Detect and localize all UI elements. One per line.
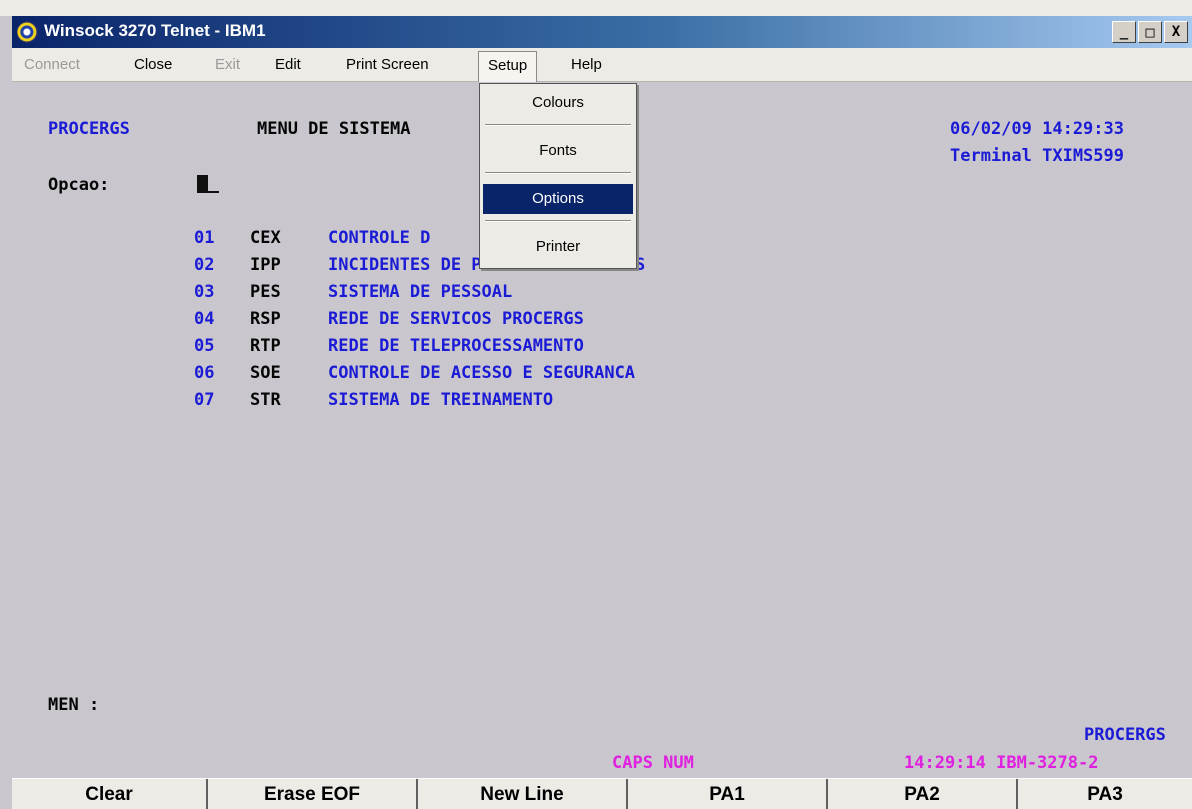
- menu-separator: [485, 220, 631, 222]
- close-button[interactable]: X: [1164, 21, 1188, 43]
- option-description: SISTEMA DE TREINAMENTO: [328, 390, 554, 410]
- erase-eof-button[interactable]: Erase EOF: [208, 779, 418, 809]
- menu-print-screen[interactable]: Print Screen: [346, 55, 429, 79]
- company-header: PROCERGS: [48, 119, 130, 139]
- pa1-button[interactable]: PA1: [628, 779, 828, 809]
- setup-dropdown: Colours Fonts Options Printer: [479, 83, 637, 269]
- input-field[interactable]: [208, 191, 219, 193]
- option-code: CEX: [250, 228, 281, 248]
- menu-connect[interactable]: Connect: [24, 55, 80, 79]
- pa3-button[interactable]: PA3: [1018, 779, 1192, 809]
- option-number: 02: [194, 255, 215, 275]
- menu-close[interactable]: Close: [134, 55, 172, 79]
- option-number: 04: [194, 309, 215, 329]
- datetime: 06/02/09 14:29:33: [950, 119, 1124, 139]
- app-icon[interactable]: [17, 21, 39, 43]
- minimize-button[interactable]: _: [1112, 21, 1136, 43]
- option-number: 05: [194, 336, 215, 356]
- terminal-id: Terminal TXIMS599: [950, 146, 1124, 166]
- menu-item-colours[interactable]: Colours: [483, 88, 633, 118]
- option-description: REDE DE TELEPROCESSAMENTO: [328, 336, 584, 356]
- status-time-model: 14:29:14 IBM-3278-2: [904, 753, 1099, 773]
- status-caps-num: CAPS NUM: [612, 753, 694, 773]
- menu-edit[interactable]: Edit: [275, 55, 301, 79]
- option-number: 01: [194, 228, 215, 248]
- menu-exit[interactable]: Exit: [215, 55, 240, 79]
- menu-item-printer[interactable]: Printer: [483, 232, 633, 262]
- function-key-bar: Clear Erase EOF New Line PA1 PA2 PA3: [12, 778, 1192, 809]
- new-line-button[interactable]: New Line: [418, 779, 628, 809]
- option-number: 06: [194, 363, 215, 383]
- window-title: Winsock 3270 Telnet - IBM1: [44, 21, 266, 40]
- option-description: SISTEMA DE PESSOAL: [328, 282, 513, 302]
- input-cursor[interactable]: [197, 175, 208, 193]
- menu-setup[interactable]: Setup: [478, 51, 538, 82]
- option-code: IPP: [250, 255, 281, 275]
- menu-item-fonts[interactable]: Fonts: [483, 136, 633, 166]
- menu-bar: Connect Close Exit Edit Print Screen Set…: [12, 48, 1192, 82]
- option-description: CONTROLE D: [328, 228, 431, 248]
- menu-separator: [485, 124, 631, 126]
- option-description: CONTROLE DE ACESSO E SEGURANCA: [328, 363, 636, 383]
- menu-item-options[interactable]: Options: [483, 184, 633, 214]
- clear-button[interactable]: Clear: [12, 779, 208, 809]
- menu-title: MENU DE SISTEMA: [257, 119, 411, 139]
- desktop-strip: [0, 0, 1192, 16]
- option-description: REDE DE SERVICOS PROCERGS: [328, 309, 584, 329]
- maximize-button[interactable]: □: [1138, 21, 1162, 43]
- option-label: Opcao:: [48, 175, 110, 195]
- pa2-button[interactable]: PA2: [828, 779, 1018, 809]
- option-code: SOE: [250, 363, 281, 383]
- footer-company: PROCERGS: [1084, 725, 1166, 745]
- title-bar[interactable]: Winsock 3270 Telnet - IBM1 _ □ X: [12, 16, 1192, 48]
- option-number: 07: [194, 390, 215, 410]
- option-code: RTP: [250, 336, 281, 356]
- message-label: MEN :: [48, 695, 100, 715]
- option-code: STR: [250, 390, 281, 410]
- option-code: PES: [250, 282, 281, 302]
- option-number: 03: [194, 282, 215, 302]
- menu-separator: [485, 172, 631, 174]
- option-code: RSP: [250, 309, 281, 329]
- menu-help[interactable]: Help: [571, 55, 602, 79]
